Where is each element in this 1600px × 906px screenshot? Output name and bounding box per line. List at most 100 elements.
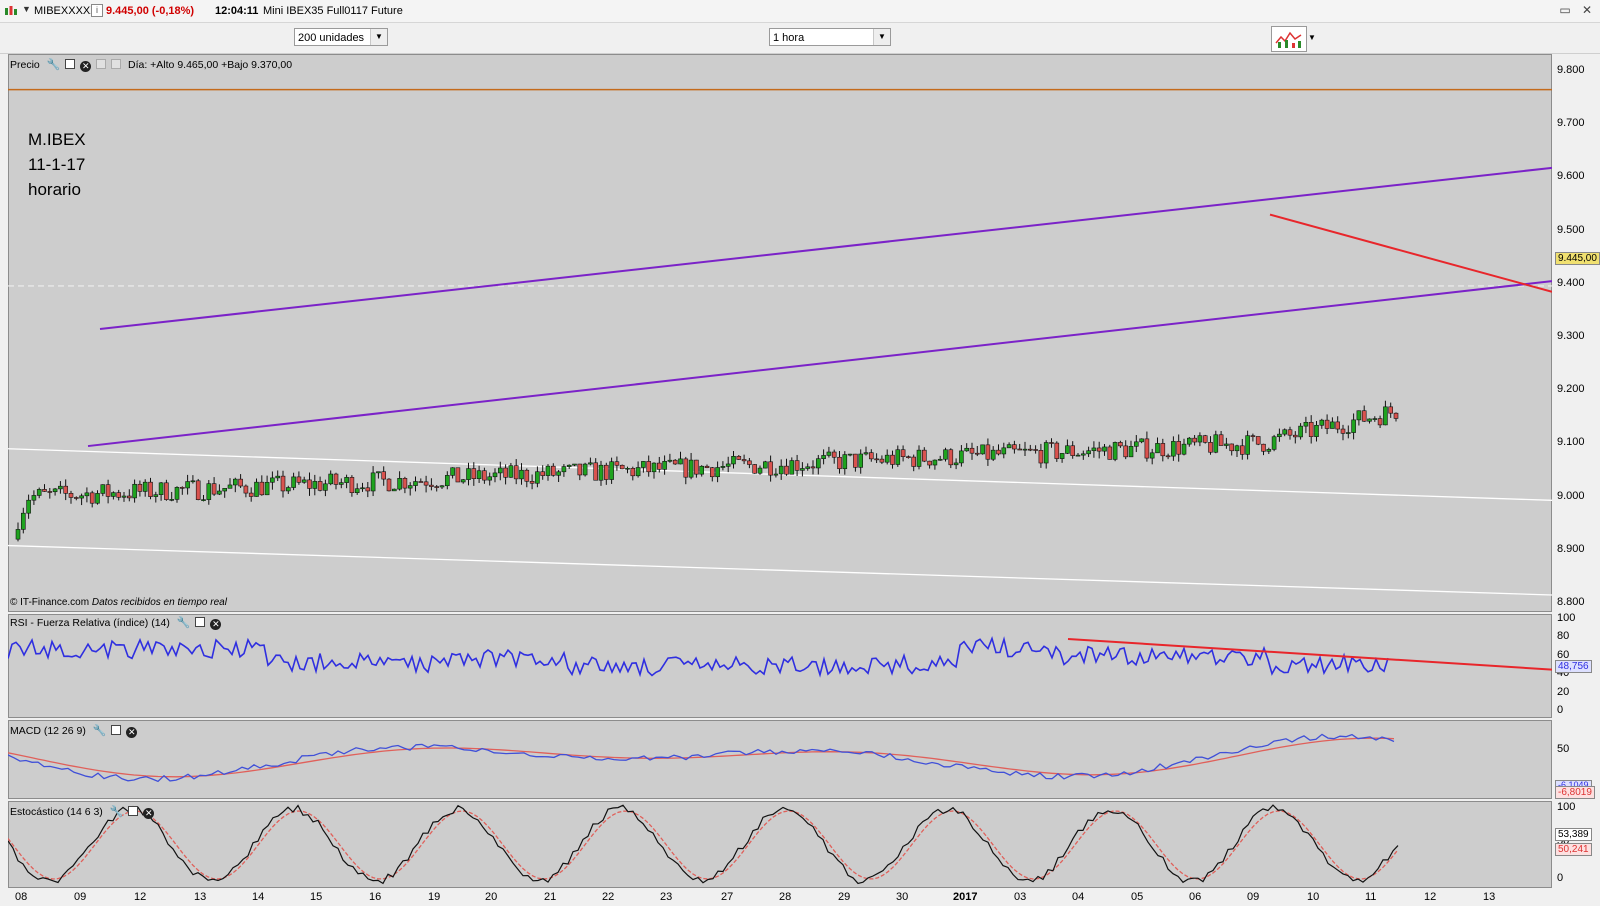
wrench-icon[interactable]: 🔧 <box>93 724 107 737</box>
candle-down <box>524 469 530 482</box>
price-y-tick: 9.100 <box>1557 436 1585 449</box>
chart-type-button[interactable] <box>1271 26 1307 52</box>
close-panel-icon[interactable]: ✕ <box>80 61 92 72</box>
candle-down <box>455 467 461 483</box>
candle-up <box>460 479 466 483</box>
candle-up <box>731 456 736 465</box>
candle-up <box>21 512 26 530</box>
candle-down <box>619 464 625 470</box>
candle-up <box>84 492 90 497</box>
candle-down <box>694 459 699 475</box>
x-tick-label: 09 <box>1247 891 1260 903</box>
interval-select[interactable]: 1 hora ▼ <box>769 28 891 46</box>
candle-down <box>148 481 153 497</box>
candle-down <box>434 486 440 488</box>
price-y-tick: 9.000 <box>1557 489 1585 502</box>
rsi-y-tick: 20 <box>1557 686 1570 698</box>
macd-value-b: -6,8019 <box>1555 786 1595 799</box>
candle-up <box>169 499 174 501</box>
candle-up <box>1102 446 1107 452</box>
candle-down <box>603 464 609 480</box>
candle-down <box>656 462 662 470</box>
candle-up <box>158 482 164 495</box>
candle-up <box>413 481 418 486</box>
candle-up <box>980 444 985 455</box>
candle-up <box>1213 434 1219 453</box>
candle-down <box>593 462 599 481</box>
window-menu-chevron-icon[interactable]: ▼ <box>22 4 31 14</box>
maximize-panel-icon[interactable] <box>128 806 139 816</box>
candle-up <box>153 494 159 497</box>
candle-down <box>1393 412 1399 419</box>
paste-icon[interactable] <box>111 59 122 69</box>
close-panel-icon[interactable]: ✕ <box>210 619 222 630</box>
candle-up <box>932 459 938 466</box>
price-y-tick: 8.900 <box>1557 542 1585 555</box>
candle-down <box>1096 447 1102 452</box>
wrench-icon[interactable]: 🔧 <box>110 805 124 818</box>
candle-up <box>1346 432 1351 434</box>
maximize-panel-icon[interactable] <box>65 59 76 69</box>
candle-up <box>847 453 853 456</box>
candle-down <box>747 460 752 465</box>
candle-down <box>1027 448 1033 451</box>
close-icon[interactable]: ✕ <box>1580 3 1594 17</box>
instrument-name: Mini IBEX35 Full0117 Future <box>263 5 403 17</box>
candles-group <box>15 400 1399 542</box>
candle-up <box>1043 442 1049 464</box>
close-panel-icon[interactable]: ✕ <box>126 727 138 738</box>
candle-up <box>201 499 206 501</box>
candle-down <box>137 483 143 492</box>
candle-down <box>614 461 620 466</box>
candle-up <box>773 473 779 476</box>
price-y-tick: 9.800 <box>1557 64 1585 76</box>
candle-up <box>360 487 365 490</box>
price-y-tick: 9.300 <box>1557 330 1585 342</box>
candle-up <box>1065 445 1070 454</box>
candle-up <box>858 453 864 468</box>
candle-up <box>588 462 593 465</box>
price-y-tick: 9.500 <box>1557 223 1585 236</box>
candle-down <box>1118 442 1123 447</box>
chart-type-icon <box>1274 29 1304 49</box>
x-tick-label: 14 <box>252 891 265 903</box>
candle-up <box>1266 449 1272 452</box>
candle-up <box>79 495 84 499</box>
candle-up <box>1224 443 1229 446</box>
candle-up <box>439 485 445 488</box>
candle-up <box>953 462 959 466</box>
candle-up <box>312 481 318 489</box>
candle-down <box>243 485 249 494</box>
candle-up <box>582 463 588 476</box>
candle-down <box>868 452 874 460</box>
candle-down <box>471 468 477 479</box>
candle-up <box>699 465 705 475</box>
maximize-panel-icon[interactable] <box>195 617 206 627</box>
wrench-icon[interactable]: 🔧 <box>177 616 191 629</box>
wrench-icon[interactable]: 🔧 <box>47 58 61 71</box>
chart-app-icon <box>5 6 17 15</box>
minimize-icon[interactable]: ▭ <box>1558 3 1572 17</box>
info-icon[interactable]: i <box>91 4 103 17</box>
candle-down <box>513 465 519 480</box>
candle-down <box>784 465 789 475</box>
close-panel-icon[interactable]: ✕ <box>143 808 155 819</box>
candle-down <box>105 484 111 497</box>
candle-up <box>964 447 970 452</box>
candle-down <box>1176 441 1181 455</box>
candle-up <box>1298 425 1303 438</box>
x-tick-label: 29 <box>838 891 851 903</box>
units-select[interactable]: 200 unidades ▼ <box>294 28 388 46</box>
rsi-panel-header: RSI - Fuerza Relativa (índice) (14) 🔧 ✕ <box>10 616 222 630</box>
interval-chevron-down-icon: ▼ <box>873 29 890 45</box>
chart-type-chevron-down-icon[interactable]: ▼ <box>1308 33 1316 42</box>
x-tick-label: 16 <box>369 891 382 903</box>
candle-down <box>1123 445 1128 458</box>
candle-up <box>450 467 455 476</box>
price-chart <box>8 88 1552 596</box>
long-term-line-upper <box>8 448 1552 501</box>
copy-icon[interactable] <box>96 59 107 69</box>
candle-down <box>752 464 758 474</box>
maximize-panel-icon[interactable] <box>111 725 122 735</box>
candle-up <box>1282 429 1287 435</box>
